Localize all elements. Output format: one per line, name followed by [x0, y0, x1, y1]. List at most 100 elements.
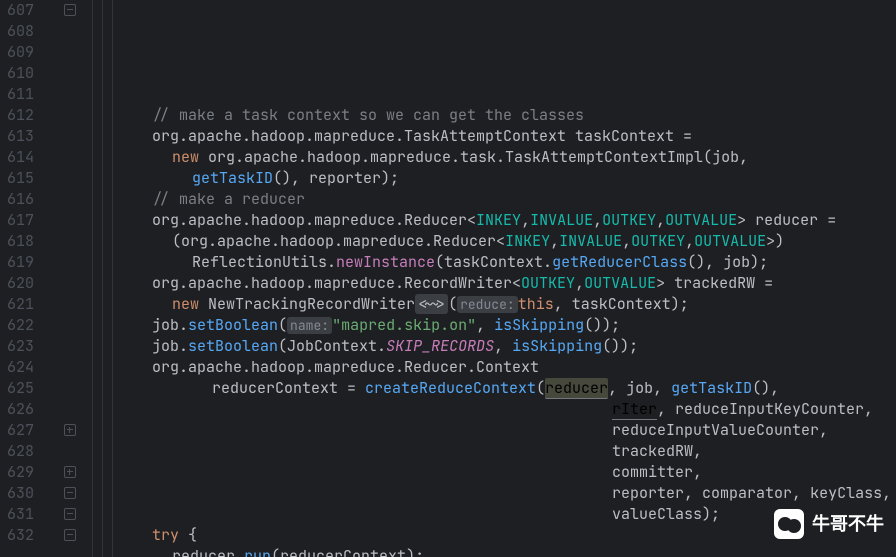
token: reducerContext =: [212, 378, 365, 398]
token: newInstance: [336, 252, 435, 272]
token: ,: [476, 315, 494, 335]
code-line[interactable]: reducer.run(reducerContext);: [86, 546, 896, 557]
token: reducer.: [172, 546, 244, 557]
token: reduceInputValueCounter: [612, 420, 819, 440]
token: rIter: [612, 399, 657, 420]
line-number: 610: [4, 63, 34, 84]
token: taskContext =: [566, 126, 692, 146]
code-line[interactable]: org.apache.hadoop.mapreduce.RecordWriter…: [86, 273, 896, 294]
token: job.: [152, 315, 188, 335]
code-line[interactable]: rIter, reduceInputKeyCounter,: [86, 399, 896, 420]
code-line[interactable]: job.setBoolean(name:"mapred.skip.on", is…: [86, 315, 896, 336]
code-line[interactable]: // make a reducer: [86, 189, 896, 210]
token: setBoolean: [188, 336, 278, 356]
token: (: [271, 546, 280, 557]
code-editor[interactable]: 6076086096106116126136146156166176186196…: [0, 0, 896, 557]
token: ,: [819, 420, 828, 440]
token: org.apache.hadoop.mapreduce.: [152, 273, 404, 293]
token: isSkipping: [512, 336, 602, 356]
code-line[interactable]: (org.apache.hadoop.mapreduce.Reducer<INK…: [86, 231, 896, 252]
token: run: [244, 546, 271, 557]
token: Context: [476, 357, 539, 377]
line-number: 629: [4, 462, 34, 483]
token: org.apache.hadoop.mapreduce.: [152, 210, 404, 230]
token: org.apache.hadoop.mapreduce.: [181, 231, 433, 251]
token: ,: [608, 378, 626, 398]
fold-marker[interactable]: [64, 466, 76, 478]
token: new: [172, 147, 199, 167]
token: OUTVALUE: [665, 210, 737, 230]
code-area[interactable]: // make a task context so we can get the…: [86, 0, 896, 557]
token: RecordWriter: [404, 273, 512, 293]
token: );: [406, 546, 424, 557]
token: ,: [622, 231, 631, 251]
token: SKIP_RECORDS: [386, 336, 494, 356]
token: <~>: [415, 294, 448, 314]
token: job: [712, 147, 739, 167]
code-line[interactable]: reducerContext = createReduceContext(red…: [86, 378, 896, 399]
token: ,: [521, 210, 530, 230]
token: new: [172, 294, 199, 314]
token: try: [152, 525, 179, 545]
token: taskContext: [572, 294, 671, 314]
token: =: [755, 273, 773, 293]
token: reducer: [545, 378, 608, 399]
code-line[interactable]: // make a task context so we can get the…: [86, 105, 896, 126]
token: name:: [287, 317, 332, 334]
token: (: [435, 252, 444, 272]
code-line[interactable]: reduceInputValueCounter,: [86, 420, 896, 441]
token: job: [626, 378, 653, 398]
code-line[interactable]: ReflectionUtils.newInstance(taskContext.…: [86, 252, 896, 273]
token: ,: [693, 462, 702, 482]
fold-marker[interactable]: [64, 508, 76, 520]
token: Reducer: [404, 210, 467, 230]
token: ,: [653, 378, 671, 398]
fold-marker[interactable]: [64, 487, 76, 499]
token: );: [671, 294, 689, 314]
token: <: [496, 231, 505, 251]
token: getTaskID: [192, 168, 273, 188]
line-number: 627: [4, 420, 34, 441]
token: ,: [864, 399, 873, 419]
token: valueClass: [612, 504, 702, 524]
token: // make a task context so we can get the…: [152, 105, 584, 125]
code-line[interactable]: committer,: [86, 462, 896, 483]
fold-marker[interactable]: [64, 529, 76, 541]
code-line[interactable]: new org.apache.hadoop.mapreduce.task.Tas…: [86, 147, 896, 168]
token: taskContext.: [444, 252, 552, 272]
fold-marker[interactable]: [64, 424, 76, 436]
fold-marker[interactable]: [64, 4, 76, 16]
code-line[interactable]: new NewTrackingRecordWriter<~>(reduce:th…: [86, 294, 896, 315]
token: (),: [687, 252, 723, 272]
token: ,: [554, 294, 572, 314]
token: reporter: [309, 168, 381, 188]
code-line[interactable]: org.apache.hadoop.mapreduce.Reducer.Cont…: [86, 357, 896, 378]
token: getReducerClass: [552, 252, 687, 272]
token: NewTrackingRecordWriter: [208, 294, 415, 314]
token: =: [818, 210, 836, 230]
token: INKEY: [505, 231, 550, 251]
code-line[interactable]: trackedRW,: [86, 441, 896, 462]
wechat-icon: [774, 509, 804, 539]
code-line[interactable]: org.apache.hadoop.mapreduce.TaskAttemptC…: [86, 126, 896, 147]
token: ,: [550, 231, 559, 251]
token: .: [467, 357, 476, 377]
token: org.apache.hadoop.mapreduce.: [152, 126, 404, 146]
token: ());: [584, 315, 620, 335]
line-number: 630: [4, 483, 34, 504]
token: reduce:: [457, 296, 518, 313]
code-line[interactable]: getTaskID(), reporter);: [86, 168, 896, 189]
token: );: [750, 252, 768, 272]
token: ,: [494, 336, 512, 356]
line-number: 614: [4, 147, 34, 168]
line-number: 628: [4, 441, 34, 462]
code-line[interactable]: org.apache.hadoop.mapreduce.Reducer<INKE…: [86, 210, 896, 231]
fold-gutter: [42, 0, 86, 557]
code-line[interactable]: reporter, comparator, keyClass,: [86, 483, 896, 504]
token: INKEY: [476, 210, 521, 230]
token: createReduceContext: [365, 378, 536, 398]
code-line[interactable]: job.setBoolean(JobContext.SKIP_RECORDS, …: [86, 336, 896, 357]
line-number: 626: [4, 399, 34, 420]
token: ());: [602, 336, 638, 356]
token: (: [703, 147, 712, 167]
